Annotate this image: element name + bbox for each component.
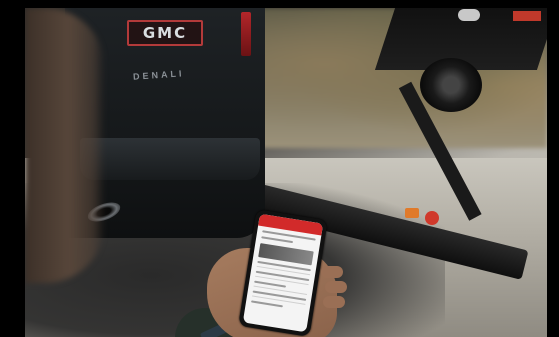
tow-truck-emblem xyxy=(458,9,480,21)
truck-bumper xyxy=(80,138,260,180)
truck-taillight xyxy=(241,12,251,56)
spare-wheel-icon xyxy=(420,58,482,112)
photo: GMC DENALI xyxy=(25,8,547,337)
finger xyxy=(325,281,347,293)
finger xyxy=(323,296,345,308)
red-light xyxy=(425,211,439,225)
app-text-line xyxy=(261,236,294,244)
person-head xyxy=(25,8,105,283)
gmc-logo: GMC xyxy=(127,20,203,46)
finger xyxy=(321,266,343,278)
tow-truck-red-tag xyxy=(513,11,541,21)
app-text-line xyxy=(251,300,283,308)
amber-light xyxy=(405,208,419,218)
phone-screen xyxy=(242,213,324,333)
